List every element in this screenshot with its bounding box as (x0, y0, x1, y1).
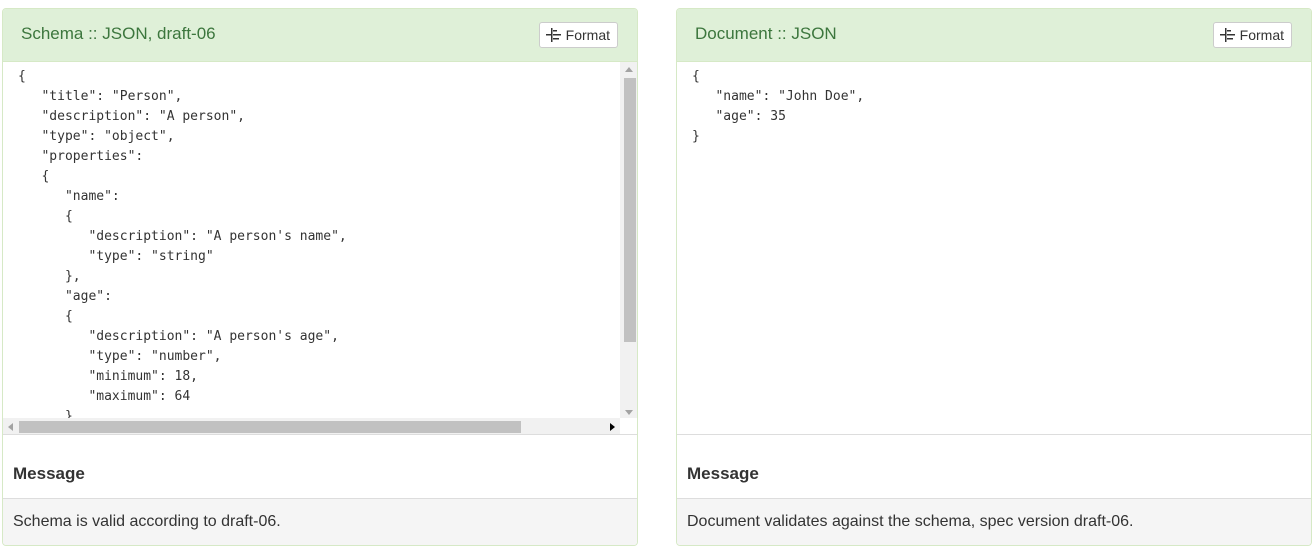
scroll-right-arrow-icon[interactable] (610, 423, 615, 431)
document-code[interactable]: { "name": "John Doe", "age": 35 } (692, 67, 864, 147)
document-divider (677, 434, 1311, 435)
scroll-left-arrow-icon[interactable] (8, 423, 13, 431)
schema-message-heading: Message (13, 464, 85, 483)
schema-message-body: Schema is valid according to draft-06. (3, 498, 637, 545)
scroll-up-arrow-icon[interactable] (625, 67, 633, 72)
document-editor[interactable]: { "name": "John Doe", "age": 35 } (677, 62, 1311, 434)
schema-horizontal-scroll-thumb[interactable] (19, 421, 521, 433)
document-format-label: Format (1239, 27, 1284, 43)
schema-panel: Schema :: JSON, draft-06 Format { "title… (2, 8, 638, 546)
format-align-icon (545, 28, 561, 42)
schema-format-button[interactable]: Format (538, 22, 618, 48)
document-panel-title: Document :: JSON (695, 24, 837, 43)
schema-divider (3, 434, 637, 435)
schema-code[interactable]: { "title": "Person", "description": "A p… (18, 67, 347, 434)
document-panel: Document :: JSON Format { "name": "John … (676, 8, 1312, 546)
document-format-button[interactable]: Format (1212, 22, 1292, 48)
schema-message-text: Schema is valid according to draft-06. (13, 513, 281, 530)
schema-vertical-scrollbar[interactable] (620, 62, 637, 418)
schema-vertical-scroll-thumb[interactable] (624, 78, 636, 342)
document-panel-heading: Document :: JSON Format (677, 9, 1311, 62)
schema-horizontal-scrollbar[interactable] (3, 418, 620, 435)
scroll-down-arrow-icon[interactable] (625, 410, 633, 415)
schema-format-label: Format (565, 27, 610, 43)
schema-panel-title: Schema :: JSON, draft-06 (21, 24, 216, 43)
document-message-text: Document validates against the schema, s… (687, 513, 1134, 530)
schema-editor[interactable]: { "title": "Person", "description": "A p… (3, 62, 637, 434)
format-align-icon (1219, 28, 1235, 42)
document-message-heading: Message (687, 464, 759, 483)
schema-panel-heading: Schema :: JSON, draft-06 Format (3, 9, 637, 62)
document-message-body: Document validates against the schema, s… (677, 498, 1311, 545)
